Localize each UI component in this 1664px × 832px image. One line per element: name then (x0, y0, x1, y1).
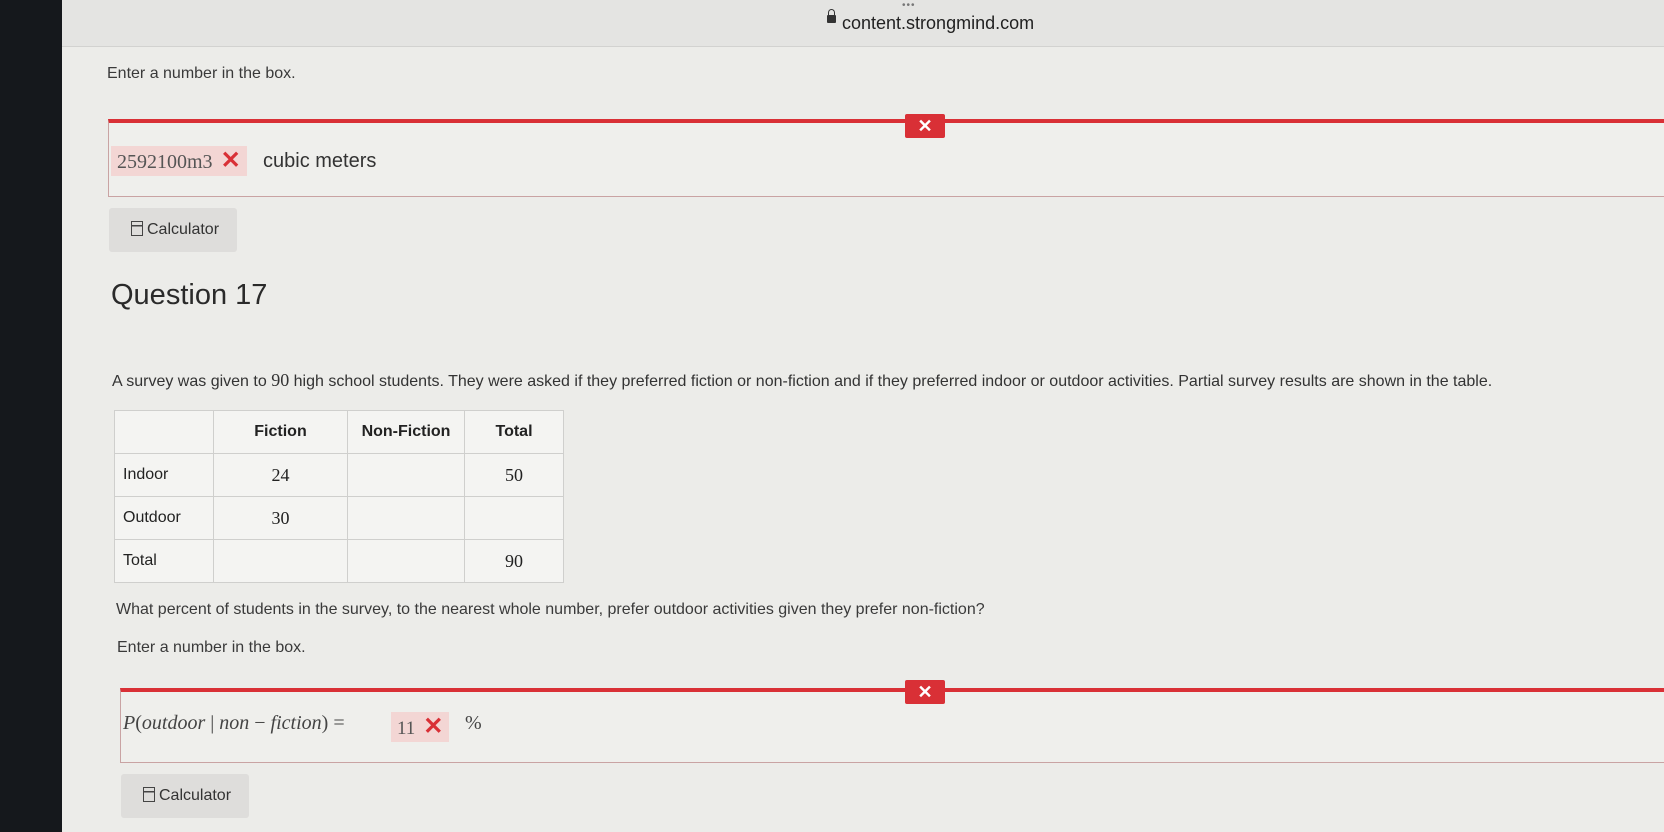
row-label: Total (114, 539, 214, 583)
prompt-text-after: high school students. They were asked if… (289, 373, 1493, 390)
q16-answer-value: 2592100m3 (117, 151, 213, 173)
q17-answer-box: P(outdoor | non − fiction) = 11 ✕ % (120, 688, 1664, 763)
prompt-number: 90 (271, 370, 290, 390)
url-bar-dots: ••• (902, 0, 916, 11)
table-row: Outdoor 30 (114, 496, 564, 540)
q16-answer-unit: cubic meters (263, 150, 377, 172)
question-title: Question 17 (111, 279, 268, 311)
calculator-label: Calculator (159, 787, 232, 804)
row-label: Outdoor (114, 496, 214, 540)
q16-instruction: Enter a number in the box. (107, 65, 296, 82)
q17-calculator-button[interactable]: Calculator (121, 774, 250, 818)
formula-fiction: fiction (270, 712, 322, 734)
formula-equals: = (333, 712, 345, 734)
device-bezel (0, 0, 66, 832)
table-header: Total (464, 410, 564, 454)
q17-instruction: Enter a number in the box. (117, 639, 306, 656)
browser-url-bar[interactable]: ••• content.strongmind.com (62, 0, 1664, 47)
table-cell: 50 (464, 453, 564, 497)
url-text[interactable]: content.strongmind.com (842, 13, 1034, 34)
question-text: What percent of students in the survey, … (116, 601, 985, 618)
wrong-x-icon: ✕ (220, 147, 241, 174)
question-prompt: A survey was given to 90 high school stu… (112, 370, 1492, 391)
table-header (114, 410, 214, 454)
survey-table: Fiction Non-Fiction Total Indoor 24 50 O… (114, 410, 564, 583)
q16-incorrect-badge: ✕ (905, 114, 945, 138)
screen: ••• content.strongmind.com Enter a numbe… (62, 0, 1664, 832)
table-row: Indoor 24 50 (114, 453, 564, 497)
calculator-label: Calculator (147, 221, 220, 238)
table-cell (464, 496, 564, 540)
calculator-icon (131, 221, 143, 236)
q16-answer-box: 2592100m3 ✕ cubic meters (108, 119, 1664, 197)
table-header: Non-Fiction (347, 410, 465, 454)
table-cell (347, 539, 465, 583)
q17-incorrect-badge: ✕ (905, 680, 945, 704)
table-cell: 30 (213, 496, 348, 540)
formula-minus: − (254, 712, 266, 734)
q17-answer-input[interactable]: 11 ✕ (391, 712, 450, 742)
formula-non: non (219, 712, 250, 734)
q16-calculator-button[interactable]: Calculator (109, 208, 238, 252)
table-cell (347, 496, 465, 540)
q17-answer-value: 11 (397, 718, 416, 739)
wrong-x-icon: ✕ (423, 713, 444, 740)
prompt-text-before: A survey was given to (112, 373, 272, 390)
formula-outdoor: outdoor (141, 712, 206, 734)
percent-sign: % (465, 712, 482, 734)
row-label: Indoor (114, 453, 214, 497)
probability-formula: P(outdoor | non − fiction) = (123, 712, 345, 735)
table-header: Fiction (213, 410, 348, 454)
q16-answer-input[interactable]: 2592100m3 ✕ (111, 146, 247, 176)
formula-paren: ( (135, 712, 142, 734)
lock-icon (827, 9, 836, 23)
table-header-row: Fiction Non-Fiction Total (114, 410, 564, 454)
table-row: Total 90 (114, 539, 564, 583)
formula-bar: | (210, 712, 215, 734)
table-cell (347, 453, 465, 497)
formula-paren: ) (321, 712, 329, 734)
table-cell: 90 (464, 539, 564, 583)
formula-p: P (123, 712, 136, 734)
table-cell (213, 539, 348, 583)
table-cell: 24 (213, 453, 348, 497)
calculator-icon (143, 787, 155, 802)
